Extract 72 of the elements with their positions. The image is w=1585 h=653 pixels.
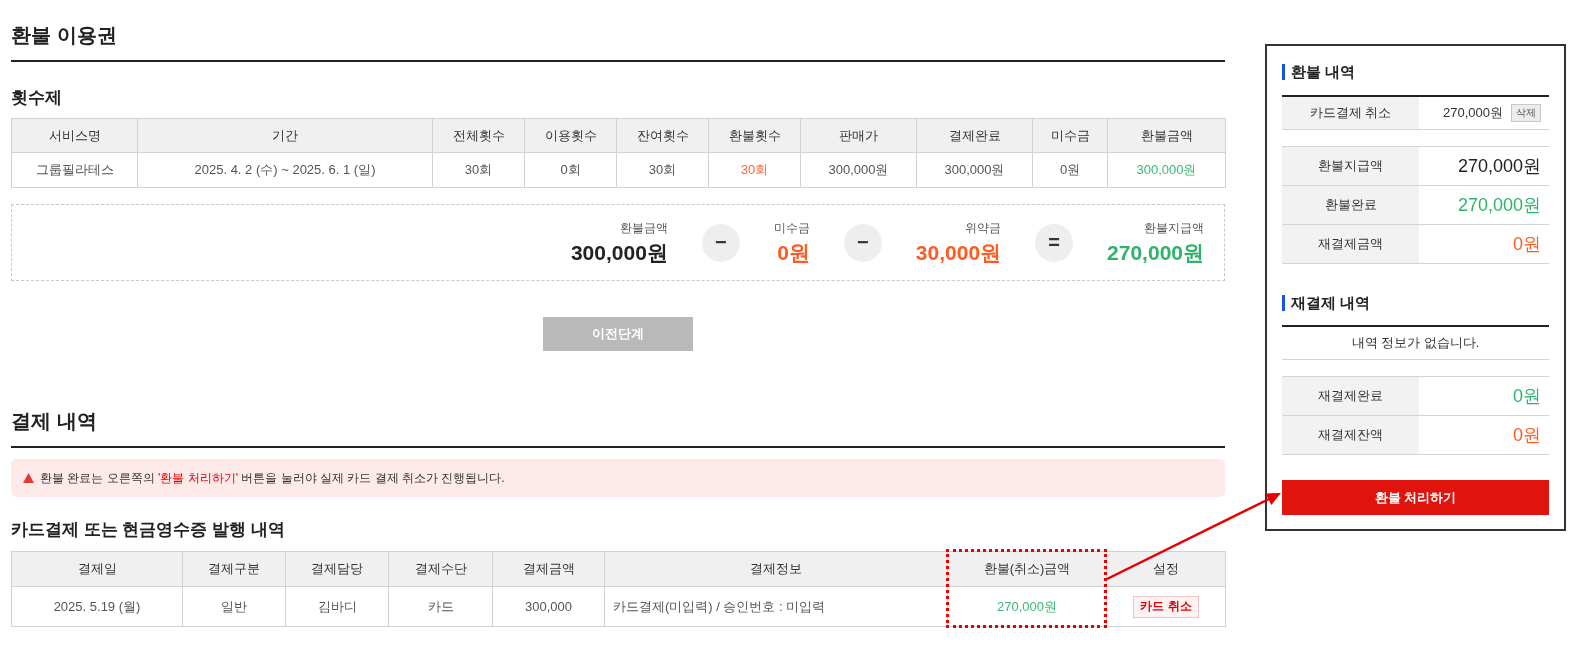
table-cell: 30회 (616, 152, 709, 188)
column-header: 결제구분 (182, 551, 286, 587)
row-label: 재결제완료 (1282, 377, 1419, 415)
column-header: 잔여횟수 (616, 118, 709, 153)
column-header: 결제완료 (916, 118, 1033, 153)
column-header: 환불(취소)금액 (947, 551, 1107, 587)
table-cell: 카드 (388, 586, 493, 627)
table-cell: 2025. 4. 2 (수) ~ 2025. 6. 1 (일) (137, 152, 433, 188)
column-header: 설정 (1106, 551, 1226, 587)
section-title: 횟수제 (11, 87, 62, 109)
term-label: 환불금액 (619, 219, 668, 236)
notice-text: 환불 완료는 오른쪽의 '환불 처리하기' 버튼을 눌러야 실제 카드 결제 취소가 진행됩니다. (40, 469, 505, 487)
panel-heading: 재결제 내역 (1291, 293, 1371, 313)
column-header: 환불금액 (1107, 118, 1226, 153)
empty-message: 내역 정보가 없습니다. (1351, 334, 1480, 352)
column-header: 결제금액 (492, 551, 605, 587)
table-cell: 300,000원 (1107, 152, 1226, 188)
section-title: 결제 내역 (11, 409, 97, 434)
page-title: 환불 이용권 (11, 23, 117, 48)
column-header: 결제수단 (388, 551, 493, 587)
row-label: 환불지급액 (1282, 147, 1419, 185)
table-cell: 270,000원 (947, 586, 1107, 627)
table-cell: 300,000원 (800, 152, 917, 188)
column-header: 기간 (137, 118, 433, 153)
row-label: 재결제잔액 (1282, 416, 1419, 454)
total-value: 0원 (1513, 233, 1541, 256)
operator-sign: = (1035, 223, 1074, 262)
total-value: 0원 (1513, 424, 1541, 447)
column-header: 전체횟수 (432, 118, 525, 153)
term-label: 미수금 (773, 219, 810, 236)
process-refund-button[interactable]: 환불 처리하기 (1282, 480, 1549, 515)
cancel-card-button[interactable]: 카드 취소 (1133, 595, 1199, 618)
total-value: 270,000원 (1457, 194, 1541, 217)
table-cell: 30회 (432, 152, 525, 188)
table-cell: 일반 (182, 586, 286, 627)
table-cell: 300,000원 (916, 152, 1033, 188)
column-header: 결제정보 (604, 551, 948, 587)
term-amount: 270,000원 (1107, 239, 1204, 266)
table-cell: 300,000 (492, 586, 605, 627)
term-amount: 0원 (777, 239, 810, 266)
table-cell: 0원 (1032, 152, 1108, 188)
table-cell: 그룹필라테스 (11, 152, 138, 188)
column-header: 미수금 (1032, 118, 1108, 153)
column-header: 판매가 (800, 118, 917, 153)
table-cell: 30회 (708, 152, 801, 188)
subsection-title: 카드결제 또는 현금영수증 발행 내역 (11, 519, 285, 541)
term-label: 위약금 (965, 219, 1002, 236)
column-header: 결제일 (11, 551, 183, 587)
operator-sign: − (843, 223, 882, 262)
term-amount: 30,000원 (915, 239, 1002, 266)
table-cell: 김바디 (285, 586, 389, 627)
total-value: 270,000원 (1457, 155, 1541, 178)
heading-marker-icon (1282, 64, 1285, 80)
panel-heading: 환불 내역 (1291, 62, 1356, 82)
column-header: 이용횟수 (524, 118, 617, 153)
table-cell: 0회 (524, 152, 617, 188)
term-label: 환불지급액 (1144, 219, 1204, 236)
table-cell: 2025. 5.19 (월) (11, 586, 183, 627)
operator-sign: − (701, 223, 740, 262)
row-label: 환불완료 (1282, 186, 1419, 224)
column-header: 결제담당 (285, 551, 389, 587)
column-header: 서비스명 (11, 118, 138, 153)
amount-text: 270,000원 (1443, 104, 1503, 122)
column-header: 환불횟수 (708, 118, 801, 153)
row-label: 카드결제 취소 (1282, 97, 1419, 129)
warning-icon (23, 473, 34, 483)
table-cell: 카드결제(미입력) / 승인번호 : 미입력 (604, 586, 948, 627)
term-amount: 300,000원 (570, 239, 668, 266)
row-label: 재결제금액 (1282, 225, 1419, 263)
delete-button[interactable]: 삭제 (1511, 104, 1541, 122)
heading-marker-icon (1282, 295, 1285, 311)
total-value: 0원 (1513, 385, 1541, 408)
